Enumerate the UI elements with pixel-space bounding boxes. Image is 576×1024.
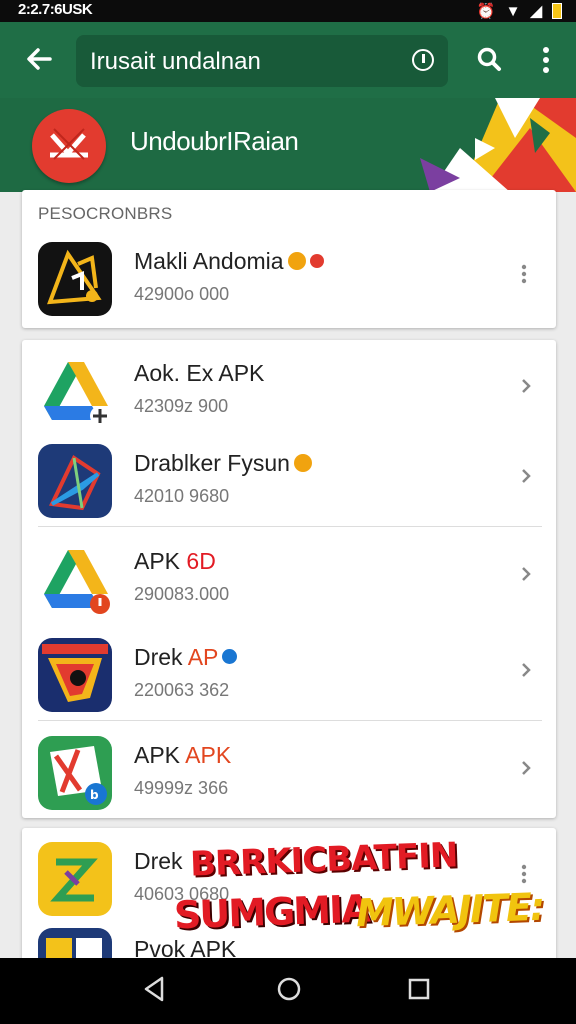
chevron-right-icon[interactable]	[520, 660, 534, 680]
overflow-menu-icon[interactable]	[536, 46, 556, 74]
promo-text-left: SUMGMIA	[173, 886, 370, 938]
polygon-app-icon	[38, 444, 112, 518]
chevron-right-icon[interactable]	[520, 376, 534, 396]
app-size: 42010 9680	[134, 486, 230, 506]
nav-recents-icon[interactable]	[404, 974, 434, 1004]
app-row[interactable]: Aok. Ex APK 42309z 900	[22, 340, 556, 436]
app-name: APK 6D	[134, 548, 216, 574]
banner-title: UndoubrIRaian	[130, 126, 299, 156]
app-name: Drablker Fysun	[134, 450, 312, 477]
chevron-right-icon[interactable]	[520, 466, 534, 486]
row-menu-icon[interactable]	[520, 264, 534, 284]
app-size: 290083.000	[134, 584, 230, 604]
banner-art	[420, 98, 576, 192]
xbox-like-icon	[38, 242, 112, 316]
app-name: Drek AP	[134, 644, 238, 671]
status-icons: ⏰ ▼ ◢	[477, 2, 562, 20]
row-divider	[38, 526, 542, 527]
app-size: 42900o 000	[134, 284, 230, 304]
back-arrow-icon[interactable]	[22, 42, 58, 78]
app-row[interactable]: Makli Andomia 42900o 000	[22, 228, 556, 324]
chevron-right-icon[interactable]	[520, 758, 534, 778]
map-app-icon: b	[38, 736, 112, 810]
zip-app-icon	[38, 842, 112, 916]
app-name: Aok. Ex APK	[134, 360, 265, 386]
alarm-icon: ⏰	[476, 3, 496, 20]
svg-text:b: b	[90, 788, 99, 802]
verified-badge-icon	[222, 649, 238, 665]
promo-text-right: MWAJITE:	[355, 884, 544, 936]
app-row[interactable]: Drablker Fysun 42010 9680	[22, 430, 556, 526]
shield-app-icon	[38, 638, 112, 712]
rating-badge-icon	[293, 453, 312, 472]
drive-alert-icon	[38, 542, 112, 616]
app-size: 220063 362	[134, 680, 230, 700]
row-menu-icon[interactable]	[520, 864, 534, 884]
app-name: Drek	[134, 848, 183, 874]
banner-logo-icon	[32, 109, 106, 183]
app-row[interactable]: Drek AP 220063 362	[22, 624, 556, 720]
section-label: PESOCRONBRS	[38, 204, 173, 223]
search-field[interactable]: Irusait undalnan	[76, 35, 448, 87]
drive-plus-icon	[38, 354, 112, 428]
status-time: 2:2.7:6USK	[18, 1, 93, 18]
info-icon[interactable]	[412, 49, 434, 71]
status-bar: 2:2.7:6USK ⏰ ▼ ◢	[0, 0, 576, 22]
nav-home-icon[interactable]	[274, 974, 304, 1004]
app-row[interactable]: b APK APK 49999z 366	[22, 722, 556, 818]
battery-icon	[552, 3, 562, 19]
row-divider	[38, 720, 542, 721]
app-row[interactable]: APK 6D 290083.000	[22, 528, 556, 624]
wifi-icon: ▼	[505, 2, 521, 20]
app-size: 49999z 366	[134, 778, 229, 798]
navigation-bar	[0, 958, 576, 1024]
app-name: Makli Andomia	[134, 248, 324, 275]
chevron-right-icon[interactable]	[520, 564, 534, 584]
search-icon[interactable]	[476, 46, 502, 72]
search-query: Irusait undalnan	[90, 48, 261, 75]
apps-list-card: Aok. Ex APK 42309z 900 Drablker Fysun 42…	[22, 340, 556, 818]
recommended-card: PESOCRONBRS Makli Andomia 42900o 000	[22, 190, 556, 328]
featured-banner[interactable]: UndoubrIRaian	[0, 98, 576, 192]
app-size: 42309z 900	[134, 396, 229, 416]
nav-back-icon[interactable]	[140, 974, 170, 1004]
red-badge-icon	[309, 253, 324, 268]
app-bar: Irusait undalnan	[0, 22, 576, 98]
rating-badge-icon	[287, 251, 306, 270]
signal-icon: ◢	[530, 3, 542, 20]
app-name: APK APK	[134, 742, 232, 768]
